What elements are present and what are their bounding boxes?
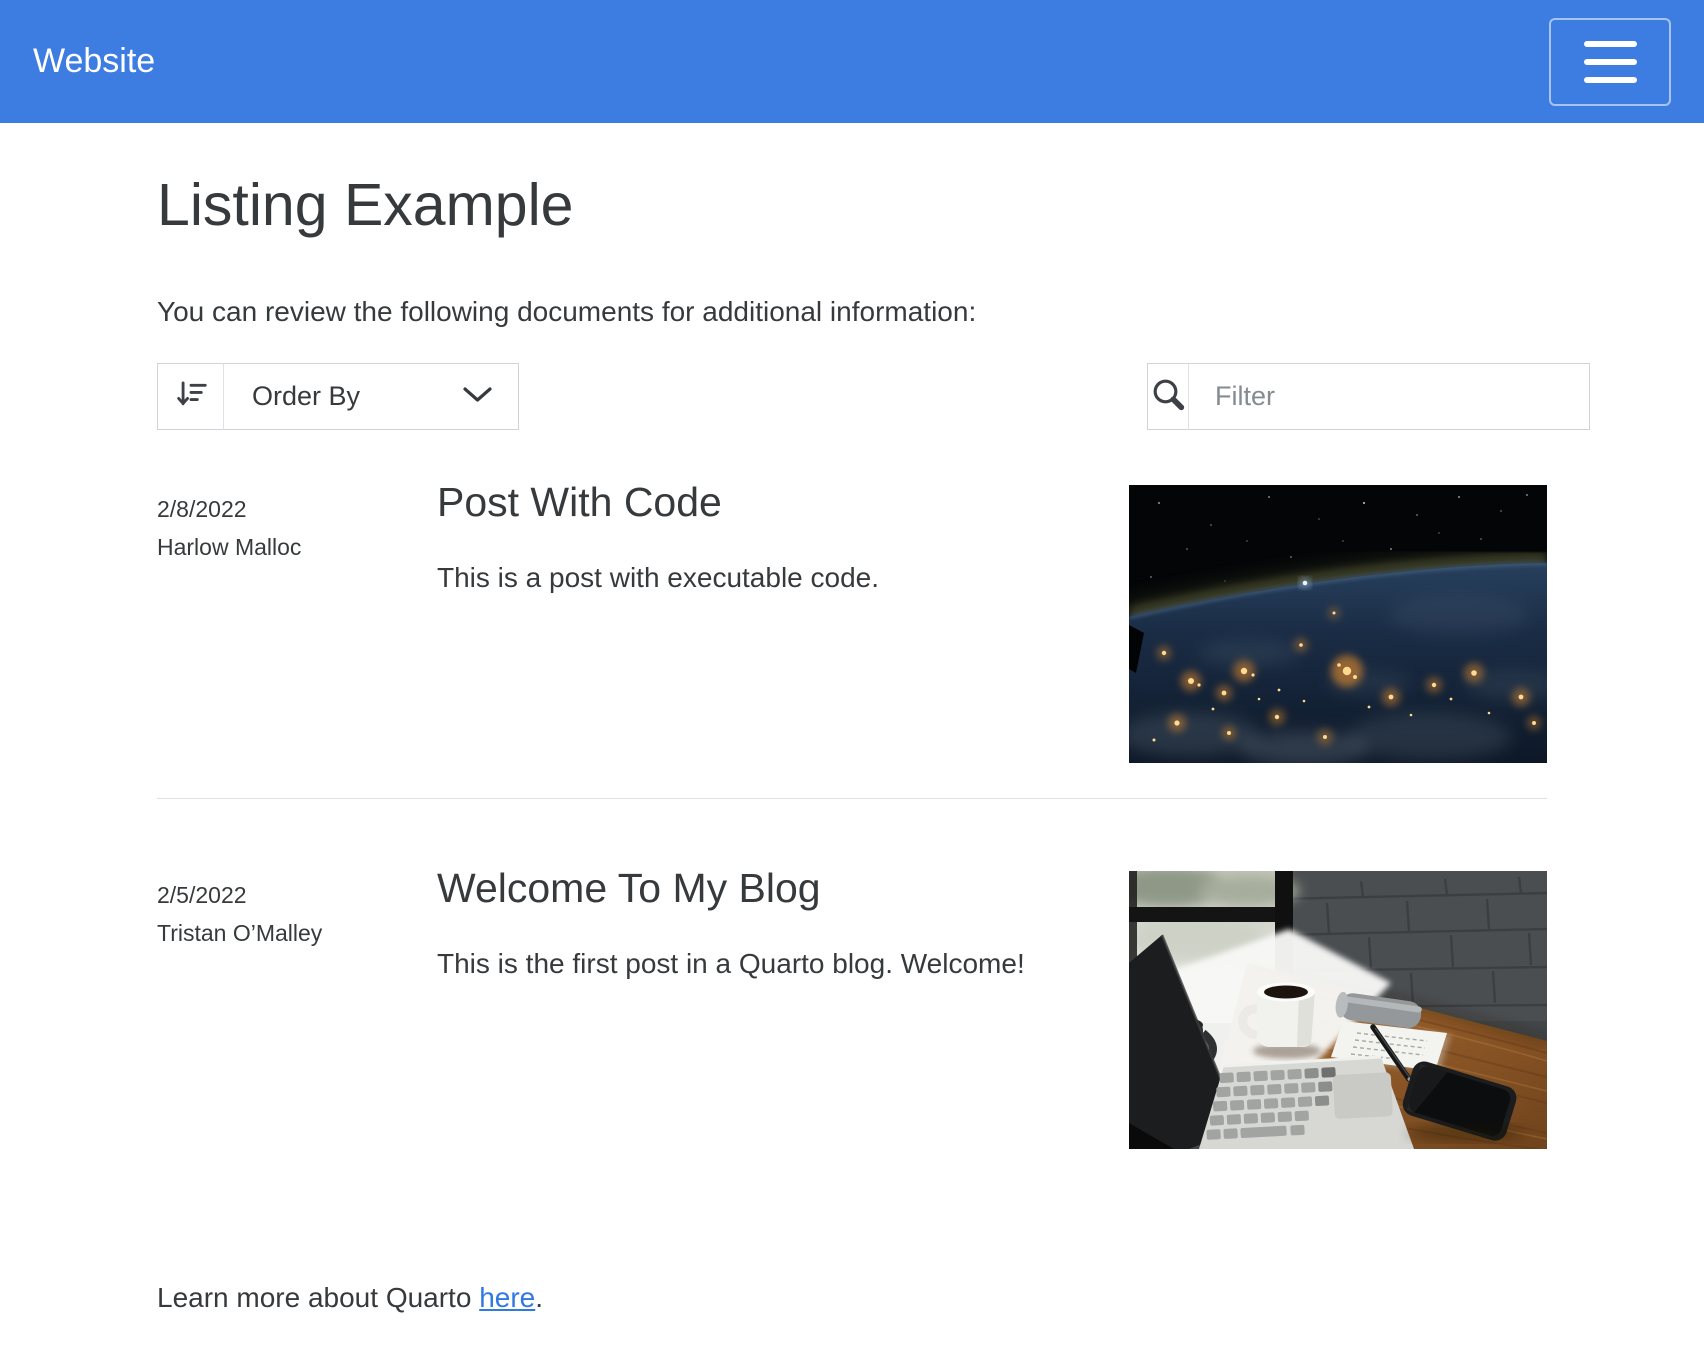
- search-icon-cell: [1147, 363, 1188, 430]
- post-meta: 2/8/2022 Harlow Malloc: [157, 485, 437, 566]
- page-title: Listing Example: [157, 170, 1547, 241]
- chevron-down-icon: [461, 381, 494, 412]
- listing-toolbar: Order By: [157, 363, 1547, 430]
- post-title-link[interactable]: Post With Code: [437, 478, 1129, 527]
- footer-text: Learn more about Quarto here.: [157, 1282, 1547, 1314]
- post-description: This is a post with executable code.: [437, 552, 1037, 604]
- post-body: Post With Code This is a post with execu…: [437, 485, 1129, 603]
- post-title-link[interactable]: Welcome To My Blog: [437, 864, 1129, 913]
- post-body: Welcome To My Blog This is the first pos…: [437, 871, 1129, 989]
- post-thumbnail-earth[interactable]: [1129, 485, 1547, 763]
- sort-amount-down-icon: [172, 375, 210, 418]
- filter-control: [1147, 363, 1547, 430]
- quarto-link[interactable]: here: [479, 1282, 535, 1313]
- post-author: Tristan O’Malley: [157, 914, 437, 952]
- footer-text-before: Learn more about Quarto: [157, 1282, 479, 1313]
- navbar-brand[interactable]: Website: [33, 42, 155, 81]
- post-date: 2/8/2022: [157, 490, 437, 528]
- order-by-label: Order By: [252, 381, 360, 412]
- navbar: Website: [0, 0, 1704, 123]
- navbar-menu-toggle[interactable]: [1549, 18, 1671, 106]
- listing-item: 2/8/2022 Harlow Malloc Post With Code Th…: [157, 485, 1547, 763]
- intro-text: You can review the following documents f…: [157, 292, 1547, 333]
- sort-icon-cell: [157, 363, 223, 430]
- search-icon: [1148, 374, 1188, 419]
- post-description: This is the first post in a Quarto blog.…: [437, 938, 1037, 990]
- row-divider: [157, 798, 1547, 799]
- filter-input[interactable]: [1188, 363, 1590, 430]
- post-date: 2/5/2022: [157, 876, 437, 914]
- order-by-select[interactable]: Order By: [223, 363, 519, 430]
- footer-text-after: .: [535, 1282, 543, 1313]
- listing-item: 2/5/2022 Tristan O’Malley Welcome To My …: [157, 871, 1547, 1149]
- post-thumbnail-desk[interactable]: [1129, 871, 1547, 1149]
- post-meta: 2/5/2022 Tristan O’Malley: [157, 871, 437, 952]
- post-author: Harlow Malloc: [157, 528, 437, 566]
- main-content: Listing Example You can review the follo…: [0, 170, 1704, 1314]
- order-by-control: Order By: [157, 363, 519, 430]
